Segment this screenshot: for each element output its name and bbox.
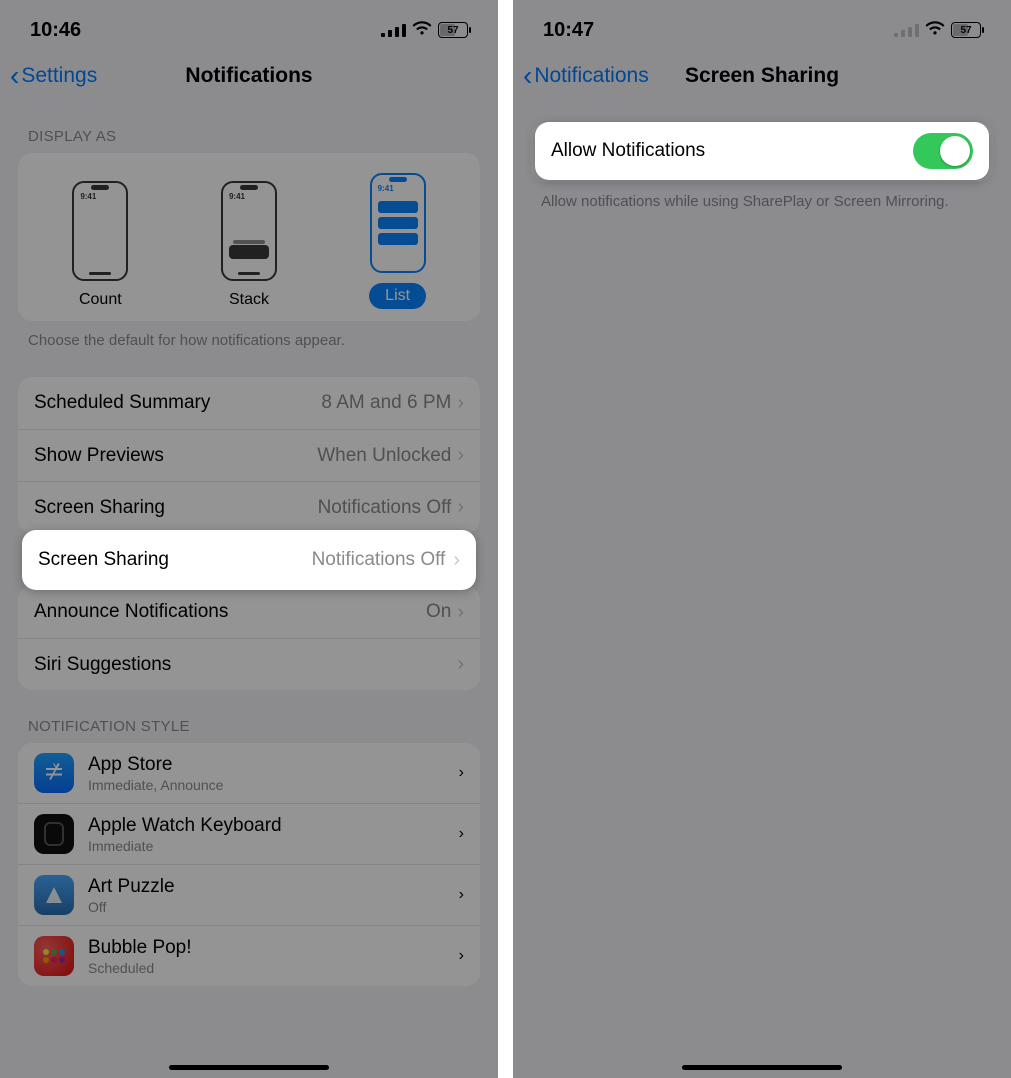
display-as-footer: Choose the default for how notifications…	[18, 321, 480, 351]
home-indicator[interactable]	[682, 1065, 842, 1070]
chevron-right-icon: ›	[457, 392, 464, 415]
highlight-screen-sharing-row[interactable]: Screen Sharing Notifications Off ›	[22, 530, 476, 590]
notifications-settings-screen: 10:46 57 ‹ Settings Notifications DISPLA…	[0, 0, 498, 1078]
app-row-watch-keyboard[interactable]: Apple Watch KeyboardImmediate ›	[18, 803, 480, 864]
row-announce-notifications[interactable]: Announce Notifications On ›	[18, 586, 480, 638]
display-as-header: DISPLAY AS	[18, 100, 480, 153]
status-bar: 10:46 57	[0, 0, 498, 52]
display-option-stack[interactable]: 9:41 Stack	[175, 181, 322, 309]
battery-icon: 57	[438, 22, 468, 38]
back-button[interactable]: ‹ Settings	[10, 62, 97, 90]
page-title: Notifications	[185, 64, 312, 87]
selected-pill: List	[369, 283, 426, 309]
chevron-left-icon: ‹	[10, 62, 19, 90]
watch-keyboard-icon	[34, 814, 74, 854]
back-label: Settings	[21, 64, 97, 88]
art-puzzle-icon	[34, 875, 74, 915]
nav-bar: ‹ Notifications Screen Sharing	[513, 52, 1011, 100]
display-option-list[interactable]: 9:41 List	[324, 173, 471, 309]
appstore-icon	[34, 753, 74, 793]
bubble-pop-icon	[34, 936, 74, 976]
status-time: 10:47	[543, 19, 594, 42]
chevron-left-icon: ‹	[523, 62, 532, 90]
row-siri-suggestions[interactable]: Siri Suggestions ›	[18, 638, 480, 690]
back-label: Notifications	[534, 64, 648, 88]
nav-bar: ‹ Settings Notifications	[0, 52, 498, 100]
row-show-previews[interactable]: Show Previews When Unlocked ›	[18, 429, 480, 481]
app-row-art-puzzle[interactable]: Art PuzzleOff ›	[18, 864, 480, 925]
chevron-right-icon: ›	[457, 601, 464, 624]
app-row-bubble-pop[interactable]: Bubble Pop!Scheduled ›	[18, 925, 480, 986]
wifi-icon	[412, 20, 432, 41]
back-button[interactable]: ‹ Notifications	[523, 62, 649, 90]
chevron-right-icon: ›	[459, 764, 464, 782]
page-title: Screen Sharing	[685, 64, 839, 87]
screen-sharing-settings-screen: 10:47 57 ‹ Notifications Screen Sharing …	[513, 0, 1011, 1078]
status-time: 10:46	[30, 19, 81, 42]
display-option-count[interactable]: 9:41 Count	[27, 181, 174, 309]
wifi-icon	[925, 20, 945, 41]
row-scheduled-summary[interactable]: Scheduled Summary 8 AM and 6 PM ›	[18, 377, 480, 429]
row-screen-sharing[interactable]: Screen Sharing Notifications Off ›	[18, 481, 480, 533]
chevron-right-icon: ›	[459, 947, 464, 965]
chevron-right-icon: ›	[453, 549, 460, 572]
home-indicator[interactable]	[169, 1065, 329, 1070]
cellular-icon	[381, 24, 406, 37]
allow-notifications-toggle[interactable]	[913, 133, 973, 169]
cellular-icon	[894, 24, 919, 37]
highlight-allow-notifications-row[interactable]: Allow Notifications	[535, 122, 989, 180]
display-as-card: 9:41 Count 9:41 Stack 9:41 List	[18, 153, 480, 321]
chevron-right-icon: ›	[457, 496, 464, 519]
battery-icon: 57	[951, 22, 981, 38]
app-row-appstore[interactable]: App StoreImmediate, Announce ›	[18, 743, 480, 803]
allow-notifications-footer: Allow notifications while using SharePla…	[531, 182, 993, 212]
status-bar: 10:47 57	[513, 0, 1011, 52]
chevron-right-icon: ›	[457, 444, 464, 467]
chevron-right-icon: ›	[457, 653, 464, 676]
chevron-right-icon: ›	[459, 825, 464, 843]
chevron-right-icon: ›	[459, 886, 464, 904]
notification-style-header: NOTIFICATION STYLE	[18, 690, 480, 743]
